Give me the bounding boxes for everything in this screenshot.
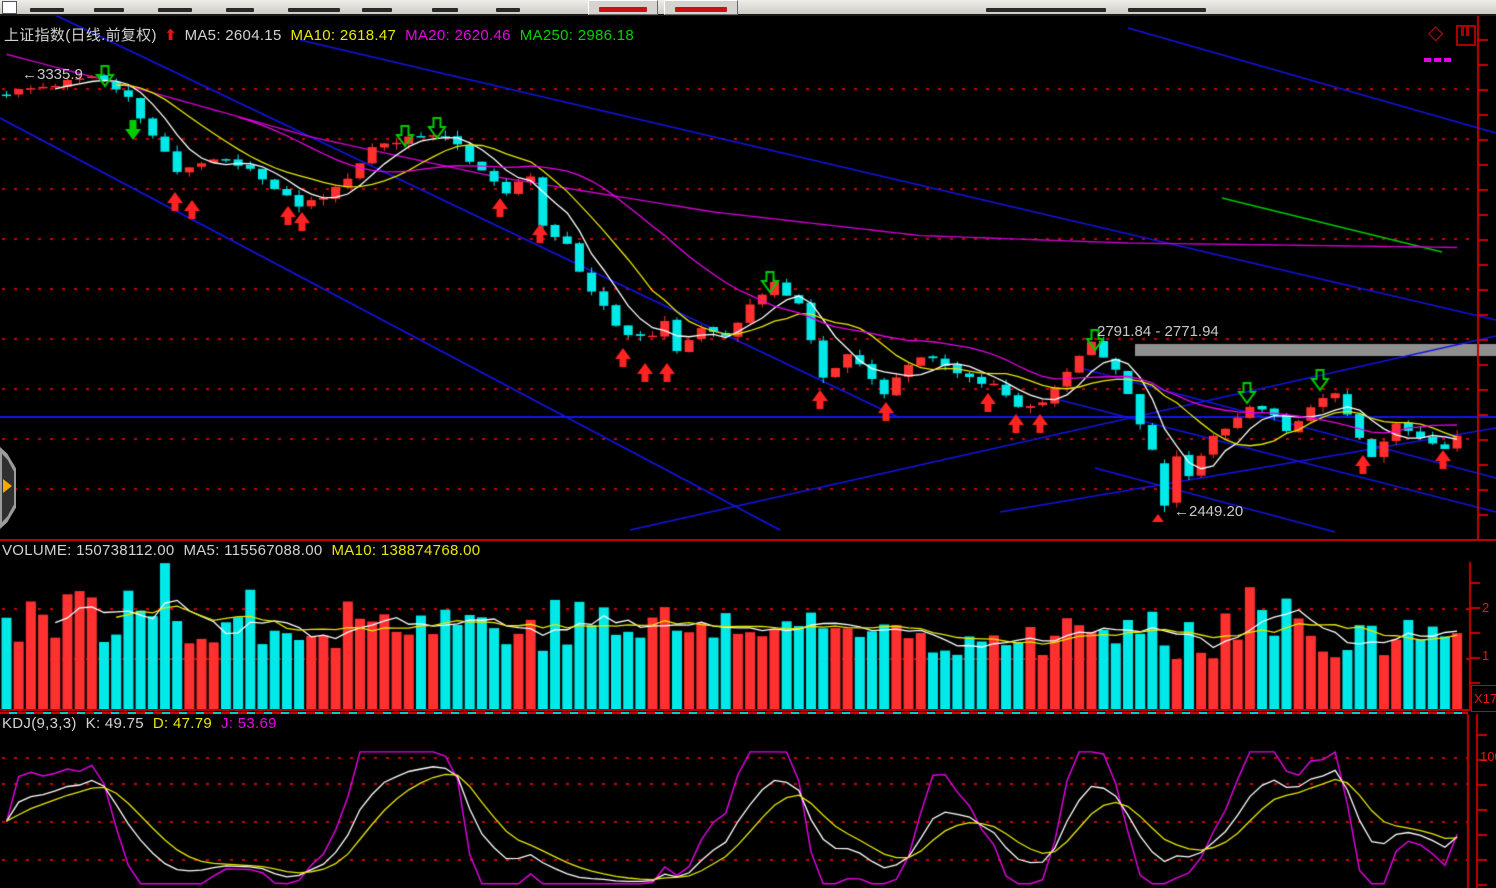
kdj-d-value: 47.79 bbox=[173, 715, 212, 732]
kdj-dashed-divider bbox=[0, 712, 1468, 714]
ma20-value: 2620.46 bbox=[454, 27, 510, 44]
gap-range-annotation: 2791.84 - 2771.94 bbox=[1097, 323, 1219, 340]
kdj-j-label: J: bbox=[221, 715, 233, 732]
volume-label: VOLUME: bbox=[2, 542, 72, 559]
volume-value: 150738112.00 bbox=[76, 542, 174, 559]
trading-app-window: 上证指数(日线.前复权) ⬆ MA5: 2604.15 MA10: 2618.4… bbox=[0, 0, 1496, 888]
price-panel-header: 上证指数(日线.前复权) ⬆ MA5: 2604.15 MA10: 2618.4… bbox=[4, 24, 634, 45]
menu-item-stub[interactable] bbox=[94, 8, 124, 12]
volume-ma10-value: 138874768.00 bbox=[381, 542, 481, 559]
kdj-name: KDJ(9,3,3) bbox=[2, 715, 77, 732]
app-icon[interactable] bbox=[2, 1, 17, 14]
ma20-label: MA20: bbox=[405, 27, 450, 44]
high-price-annotation: ←3335.9 bbox=[22, 66, 83, 83]
menu-item-stub[interactable] bbox=[226, 8, 254, 12]
page-title: 上证指数(日线.前复权) bbox=[4, 27, 157, 44]
menu-item-stub[interactable] bbox=[432, 8, 458, 12]
price-volume-divider bbox=[0, 539, 1496, 541]
up-arrow-icon: ⬆ bbox=[161, 27, 180, 44]
more-dots-icon[interactable] bbox=[1424, 49, 1454, 67]
kdj-panel-header: KDJ(9,3,3) K: 49.75 D: 47.79 J: 53.69 bbox=[2, 715, 277, 732]
menu-item-stub[interactable] bbox=[1128, 8, 1206, 12]
ma10-value: 2618.47 bbox=[340, 27, 396, 44]
kdj-j-value: 53.69 bbox=[238, 715, 277, 732]
menubar bbox=[0, 0, 1496, 16]
menu-item-stub[interactable] bbox=[362, 8, 392, 12]
volume-ma5-label: MA5: bbox=[183, 542, 219, 559]
volume-scale-badge: X17 bbox=[1471, 685, 1496, 712]
ma5-value: 2604.15 bbox=[225, 27, 281, 44]
window-split-icon[interactable] bbox=[1456, 25, 1476, 46]
volume-ma10-label: MA10: bbox=[332, 542, 377, 559]
volume-kdj-divider bbox=[0, 709, 1496, 711]
ma10-label: MA10: bbox=[291, 27, 336, 44]
kdj-k-value: 49.75 bbox=[105, 715, 144, 732]
volume-panel-header: VOLUME: 150738112.00 MA5: 115567088.00 M… bbox=[2, 542, 480, 559]
kdj-k-label: K: bbox=[86, 715, 101, 732]
kdj-axis-label-100: 100 bbox=[1480, 749, 1496, 764]
kdj-d-label: D: bbox=[153, 715, 169, 732]
volume-ma5-value: 115567088.00 bbox=[224, 542, 322, 559]
menu-item-stub[interactable] bbox=[496, 8, 520, 12]
menubar-red-button-2[interactable] bbox=[664, 0, 738, 15]
menu-item-stub[interactable] bbox=[30, 8, 64, 12]
menubar-red-button-1[interactable] bbox=[588, 0, 658, 15]
chart-canvas bbox=[0, 0, 1496, 888]
menu-item-stub[interactable] bbox=[288, 8, 340, 12]
ma250-value: 2986.18 bbox=[578, 27, 634, 44]
menu-item-stub[interactable] bbox=[158, 8, 192, 12]
menu-item-stub[interactable] bbox=[986, 8, 1106, 12]
sidebar-expand-arrow-icon bbox=[3, 479, 12, 493]
ma5-label: MA5: bbox=[185, 27, 221, 44]
diamond-tool-icon[interactable]: ◇ bbox=[1428, 22, 1443, 44]
chart-toolbar-icons: ◇ bbox=[1420, 22, 1496, 58]
volume-axis-label-2: 2 bbox=[1482, 600, 1496, 615]
low-price-annotation: ←2449.20 bbox=[1174, 503, 1243, 520]
ma250-label: MA250: bbox=[520, 27, 574, 44]
volume-axis-label-1: 1 bbox=[1482, 648, 1496, 663]
